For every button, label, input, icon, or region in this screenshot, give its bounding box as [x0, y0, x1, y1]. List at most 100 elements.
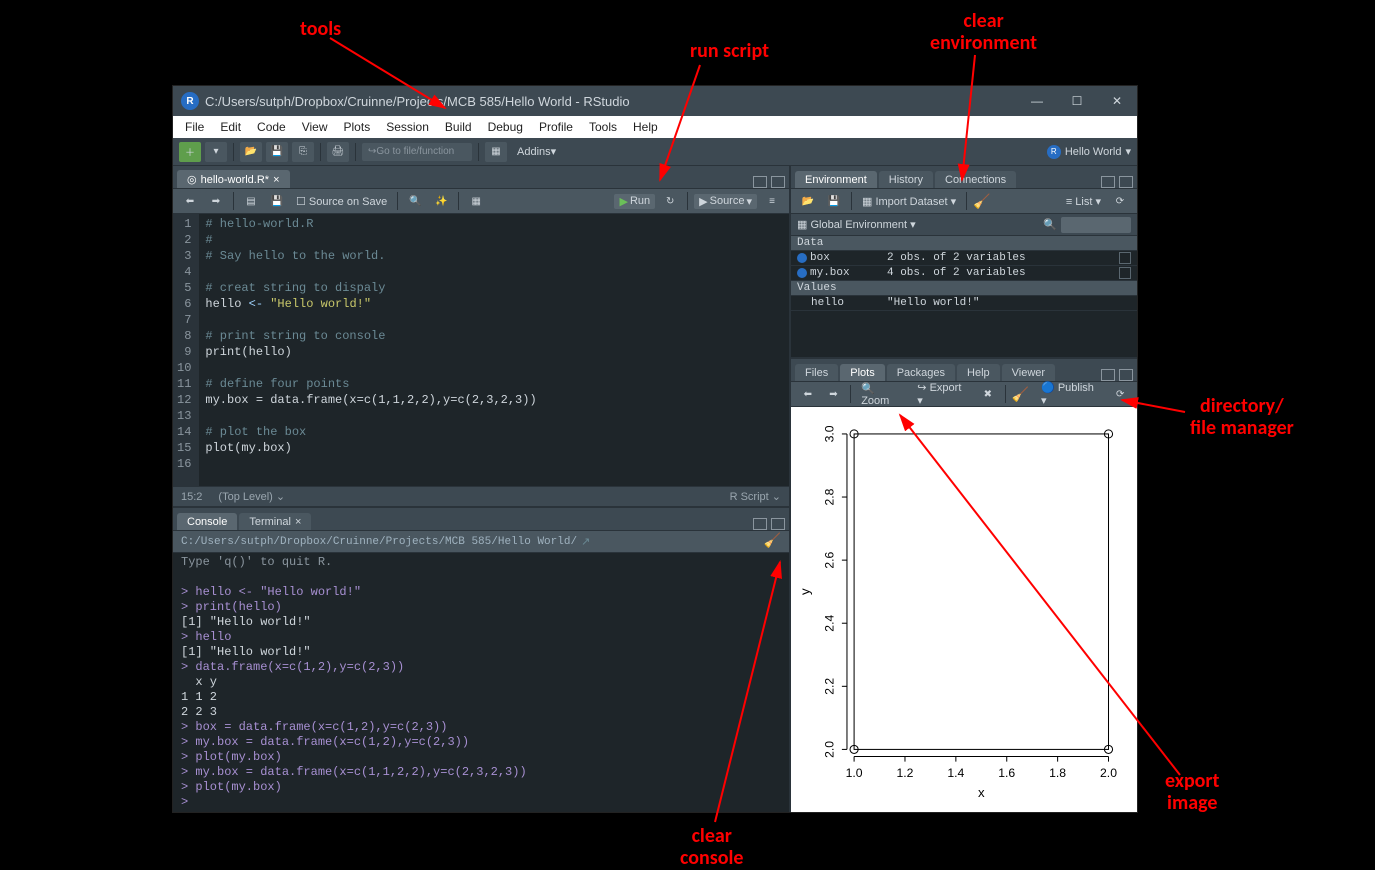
- close-tab-icon[interactable]: ×: [273, 174, 279, 186]
- titlebar[interactable]: R C:/Users/sutph/Dropbox/Cruinne/Project…: [173, 86, 1137, 116]
- maximize-pane-icon[interactable]: [1119, 176, 1133, 188]
- tab-viewer[interactable]: Viewer: [1002, 364, 1055, 381]
- close-button[interactable]: ✕: [1109, 93, 1125, 109]
- clear-console-button[interactable]: 🧹: [764, 533, 781, 550]
- compile-report-button[interactable]: ▦: [465, 191, 487, 211]
- environment-toolbar: 📂 💾 ▦ Import Dataset ▾ 🧹 ≡ List ▾ ⟳: [791, 189, 1137, 214]
- source-on-save-checkbox[interactable]: ☐ Source on Save: [292, 195, 391, 208]
- tab-environment[interactable]: Environment: [795, 171, 877, 188]
- search-icon: 🔍: [1043, 218, 1057, 231]
- menu-tools[interactable]: Tools: [581, 118, 625, 136]
- environment-tabs: EnvironmentHistoryConnections: [791, 166, 1137, 189]
- tab-console[interactable]: Console: [177, 513, 237, 530]
- env-row: hello"Hello world!": [791, 296, 1137, 311]
- svg-text:3.0: 3.0: [823, 425, 837, 442]
- new-file-button[interactable]: ＋: [179, 142, 201, 162]
- goto-wd-icon[interactable]: ↗: [581, 535, 590, 549]
- tab-files[interactable]: Files: [795, 364, 838, 381]
- menu-code[interactable]: Code: [249, 118, 294, 136]
- annotation-clear-console: clear console: [680, 825, 743, 869]
- open-file-button[interactable]: 📂: [240, 142, 262, 162]
- svg-text:1.6: 1.6: [998, 766, 1015, 780]
- code-editor[interactable]: 12345678910111213141516 # hello-world.R#…: [173, 214, 789, 486]
- r-project-icon: R: [1047, 145, 1061, 159]
- svg-text:1.4: 1.4: [947, 766, 964, 780]
- maximize-pane-icon[interactable]: [771, 176, 785, 188]
- menu-session[interactable]: Session: [378, 118, 437, 136]
- goto-file-input[interactable]: ↪ Go to file/function: [362, 143, 472, 161]
- svg-text:1.8: 1.8: [1049, 766, 1066, 780]
- annotation-tools: tools: [300, 18, 341, 40]
- tab-terminal[interactable]: Terminal ×: [239, 513, 311, 530]
- publish-dropdown[interactable]: 🔵 Publish ▾: [1037, 381, 1105, 407]
- annotation-dir-mgr: directory/ file manager: [1190, 395, 1294, 439]
- export-dropdown[interactable]: ↪ Export ▾: [913, 381, 973, 407]
- menu-view[interactable]: View: [294, 118, 336, 136]
- new-project-button[interactable]: ▾: [205, 142, 227, 162]
- maximize-pane-icon[interactable]: [1119, 369, 1133, 381]
- svg-text:y: y: [797, 588, 812, 595]
- env-search-input[interactable]: [1061, 217, 1131, 233]
- wand-button[interactable]: ✨: [430, 191, 452, 211]
- outline-toggle-button[interactable]: ≡: [761, 191, 783, 211]
- cursor-position: 15:2: [181, 491, 202, 503]
- refresh-plots-button[interactable]: ⟳: [1109, 384, 1131, 404]
- minimize-pane-icon[interactable]: [753, 518, 767, 530]
- find-button[interactable]: 🔍: [404, 191, 426, 211]
- tab-history[interactable]: History: [879, 171, 933, 188]
- tab-help[interactable]: Help: [957, 364, 1000, 381]
- source-button[interactable]: ▶Source ▾: [694, 194, 757, 209]
- scope-dropdown[interactable]: ▦ Global Environment ▾: [797, 218, 916, 231]
- menu-profile[interactable]: Profile: [531, 118, 581, 136]
- save-ws-button[interactable]: 💾: [823, 191, 845, 211]
- addins-dropdown[interactable]: Addins ▾: [511, 145, 562, 158]
- editor-status-bar: 15:2 (Top Level) ⌄ R Script ⌄: [173, 486, 789, 506]
- clear-plots-button[interactable]: 🧹: [1012, 386, 1029, 403]
- file-type-label[interactable]: R Script ⌄: [730, 490, 781, 503]
- minimize-pane-icon[interactable]: [1101, 369, 1115, 381]
- load-ws-button[interactable]: 📂: [797, 191, 819, 211]
- minimize-button[interactable]: —: [1029, 93, 1045, 109]
- grid-button[interactable]: ▦: [485, 142, 507, 162]
- menubar[interactable]: FileEditCodeViewPlotsSessionBuildDebugPr…: [173, 116, 1137, 138]
- env-row[interactable]: my.box4 obs. of 2 variables: [791, 266, 1137, 281]
- menu-file[interactable]: File: [177, 118, 212, 136]
- menu-plots[interactable]: Plots: [336, 118, 379, 136]
- menu-debug[interactable]: Debug: [480, 118, 531, 136]
- tab-plots[interactable]: Plots: [840, 364, 884, 381]
- env-row[interactable]: box2 obs. of 2 variables: [791, 251, 1137, 266]
- tab-connections[interactable]: Connections: [935, 171, 1016, 188]
- clear-environment-button[interactable]: 🧹: [973, 193, 990, 210]
- source-tab-hello-world[interactable]: ◎ hello-world.R* ×: [177, 170, 290, 188]
- plot-canvas: 1.01.21.41.61.82.0 2.02.22.42.62.83.0 x …: [791, 407, 1137, 812]
- minimize-pane-icon[interactable]: [753, 176, 767, 188]
- environment-list: Databox2 obs. of 2 variablesmy.box4 obs.…: [791, 236, 1137, 357]
- zoom-button[interactable]: 🔍 Zoom: [857, 382, 909, 407]
- save-button[interactable]: 💾: [266, 142, 288, 162]
- show-outline-button[interactable]: ▤: [240, 191, 262, 211]
- menu-edit[interactable]: Edit: [212, 118, 249, 136]
- minimize-pane-icon[interactable]: [1101, 176, 1115, 188]
- remove-plot-button[interactable]: ✖: [977, 384, 999, 404]
- print-button[interactable]: 🖨: [327, 142, 349, 162]
- save-source-button[interactable]: 💾: [266, 191, 288, 211]
- maximize-pane-icon[interactable]: [771, 518, 785, 530]
- import-dataset-dropdown[interactable]: ▦ Import Dataset ▾: [858, 195, 960, 208]
- console-output[interactable]: Type 'q()' to quit R. > hello <- "Hello …: [173, 553, 789, 812]
- menu-build[interactable]: Build: [437, 118, 480, 136]
- menu-help[interactable]: Help: [625, 118, 666, 136]
- save-all-button[interactable]: ⎘: [292, 142, 314, 162]
- list-view-dropdown[interactable]: ≡ List ▾: [1062, 195, 1105, 208]
- rerun-button[interactable]: ↻: [659, 191, 681, 211]
- back-button[interactable]: ⬅: [179, 191, 201, 211]
- forward-button[interactable]: ➡: [205, 191, 227, 211]
- maximize-button[interactable]: ☐: [1069, 93, 1085, 109]
- tab-packages[interactable]: Packages: [887, 364, 955, 381]
- refresh-env-button[interactable]: ⟳: [1109, 191, 1131, 211]
- run-button[interactable]: ▶Run: [614, 194, 655, 209]
- prev-plot-button[interactable]: ⬅: [797, 384, 819, 404]
- project-dropdown[interactable]: R Hello World ▾: [1047, 145, 1131, 159]
- plots-toolbar: ⬅ ➡ 🔍 Zoom ↪ Export ▾ ✖ 🧹 🔵 Publish ▾ ⟳: [791, 382, 1137, 407]
- next-plot-button[interactable]: ➡: [823, 384, 845, 404]
- run-arrow-icon: ▶: [619, 195, 627, 208]
